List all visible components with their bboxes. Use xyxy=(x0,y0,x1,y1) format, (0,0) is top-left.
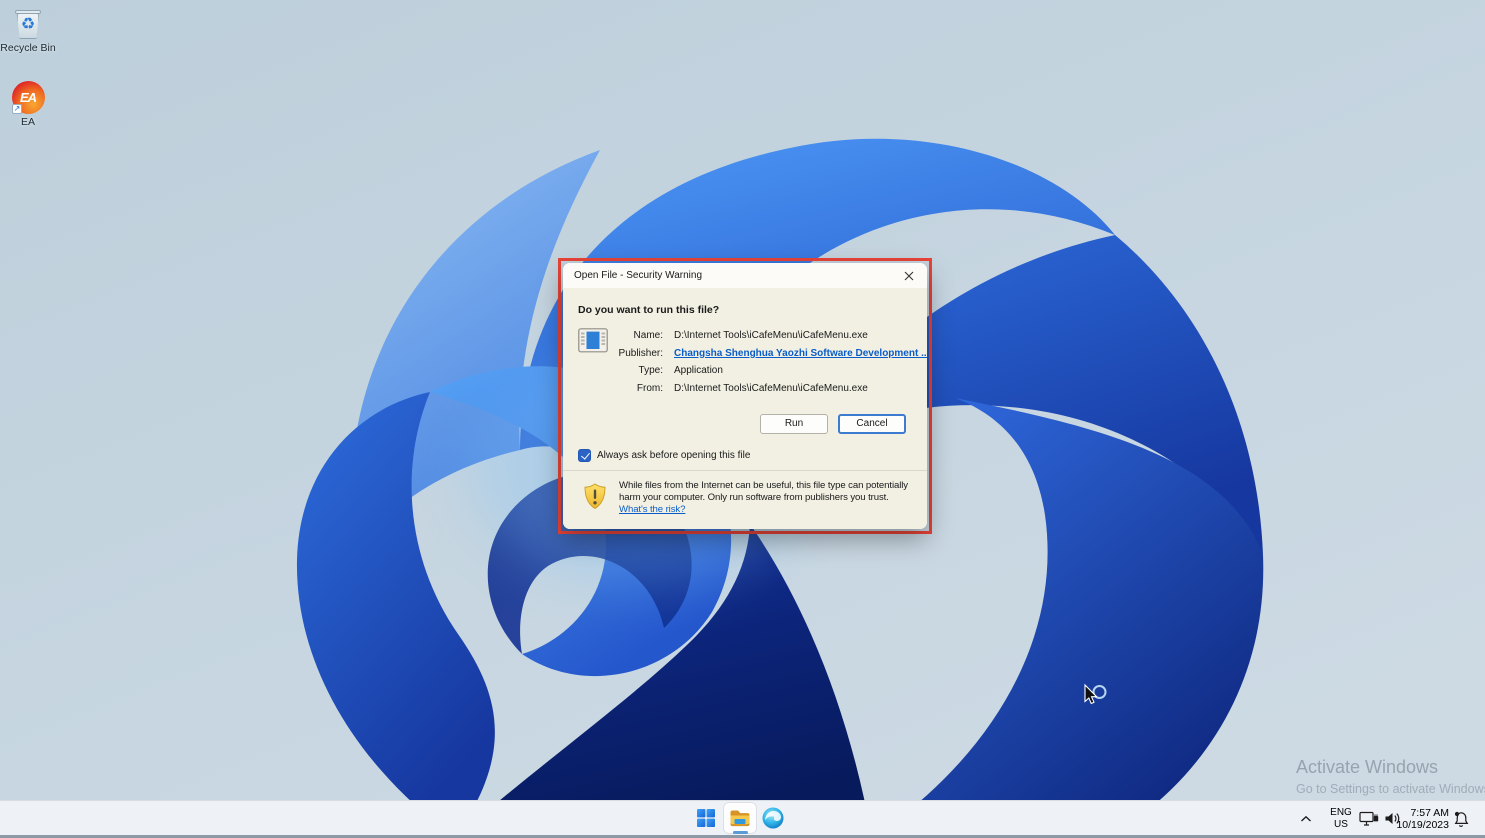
language-code: ENG xyxy=(1330,807,1352,819)
active-app-indicator xyxy=(733,831,748,834)
dialog-heading: Do you want to run this file? xyxy=(578,304,719,316)
warning-text-line1: While files from the Internet can be use… xyxy=(619,480,921,492)
run-button[interactable]: Run xyxy=(760,414,828,434)
field-label: From: xyxy=(563,383,663,395)
dialog-title: Open File - Security Warning xyxy=(574,270,702,281)
cancel-button[interactable]: Cancel xyxy=(838,414,906,434)
file-from-row: From: D:\Internet Tools\iCafeMenu\iCafeM… xyxy=(563,383,917,395)
windows-logo-icon xyxy=(695,807,717,829)
publisher-link[interactable]: Changsha Shenghua Yaozhi Software Develo… xyxy=(674,348,927,360)
whats-the-risk-link[interactable]: What's the risk? xyxy=(619,504,685,516)
dialog-warning-footer: While files from the Internet can be use… xyxy=(563,470,927,529)
activate-windows-watermark: Activate Windows Go to Settings to activ… xyxy=(1296,757,1485,796)
watermark-line1: Activate Windows xyxy=(1296,757,1485,778)
language-region: US xyxy=(1334,819,1348,831)
notification-bell-icon xyxy=(1452,810,1470,828)
desktop-icon-label: EA xyxy=(21,117,35,128)
field-label: Name: xyxy=(563,330,663,342)
security-warning-dialog: Open File - Security Warning Do you want… xyxy=(563,263,927,529)
file-explorer-button[interactable] xyxy=(724,803,756,833)
publisher-row: Publisher: Changsha Shenghua Yaozhi Soft… xyxy=(563,348,917,360)
desktop-icon-ea[interactable]: EA ↗ EA xyxy=(0,80,60,128)
network-icon xyxy=(1359,810,1379,827)
tray-date: 10/19/2023 xyxy=(1396,819,1449,831)
checkbox-label: Always ask before opening this file xyxy=(597,450,750,461)
desktop: ♻ Recycle Bin EA ↗ EA Activate Windows G… xyxy=(0,0,1485,838)
warning-shield-icon xyxy=(583,483,607,513)
field-label: Publisher: xyxy=(563,348,663,360)
language-indicator[interactable]: ENG US xyxy=(1327,801,1355,836)
recycle-arrows-icon: ♻ xyxy=(11,12,45,38)
field-value: D:\Internet Tools\iCafeMenu\iCafeMenu.ex… xyxy=(674,383,868,395)
desktop-icon-recycle-bin[interactable]: ♻ Recycle Bin xyxy=(0,6,60,54)
tray-time: 7:57 AM xyxy=(1410,807,1449,819)
field-value: Application xyxy=(674,365,723,377)
shortcut-arrow-icon: ↗ xyxy=(12,104,22,114)
file-type-row: Type: Application xyxy=(563,365,917,377)
close-icon[interactable] xyxy=(897,266,921,285)
edge-browser-button[interactable] xyxy=(757,803,789,833)
notifications-button[interactable] xyxy=(1450,801,1472,836)
dialog-titlebar[interactable]: Open File - Security Warning xyxy=(563,263,927,288)
start-button[interactable] xyxy=(690,803,722,833)
tray-show-hidden-icons[interactable] xyxy=(1295,801,1317,836)
warning-text-line2: harm your computer. Only run software fr… xyxy=(619,492,921,504)
file-explorer-icon xyxy=(728,806,752,830)
chevron-up-icon xyxy=(1300,815,1312,823)
watermark-line2: Go to Settings to activate Windows xyxy=(1296,782,1485,796)
file-name-row: Name: D:\Internet Tools\iCafeMenu\iCafeM… xyxy=(563,330,917,342)
edge-icon xyxy=(761,806,785,830)
desktop-icon-label: Recycle Bin xyxy=(0,43,55,54)
network-tray-button[interactable] xyxy=(1357,801,1381,836)
field-label: Type: xyxy=(563,365,663,377)
always-ask-checkbox[interactable] xyxy=(578,449,591,462)
always-ask-checkbox-row[interactable]: Always ask before opening this file xyxy=(578,449,750,462)
clock-tray-button[interactable]: 7:57 AM 10/19/2023 xyxy=(1383,801,1449,836)
field-value: D:\Internet Tools\iCafeMenu\iCafeMenu.ex… xyxy=(674,330,868,342)
taskbar: ENG US 7:57 AM 10/19/2023 xyxy=(0,800,1485,835)
